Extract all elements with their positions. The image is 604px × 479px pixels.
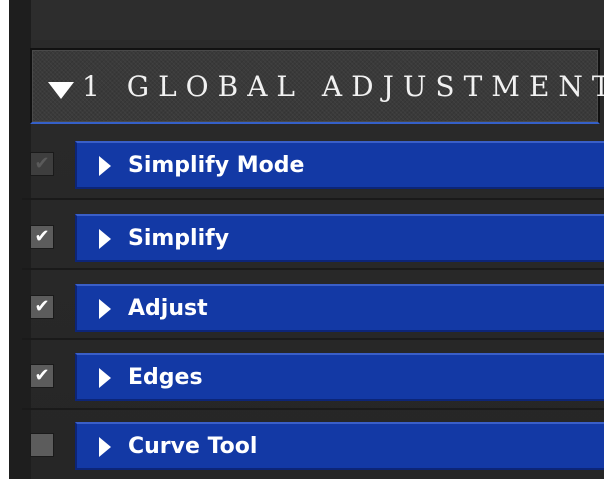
- expander-simplify[interactable]: Simplify: [75, 214, 604, 262]
- divider: [22, 408, 604, 410]
- checkbox-edges[interactable]: ✔: [30, 364, 54, 388]
- item-label: Edges: [128, 365, 203, 390]
- checkmark-icon: ✔: [34, 296, 50, 317]
- list-item-adjust: ✔ Adjust: [22, 280, 604, 336]
- list-item-simplify-mode: ✔ Simplify Mode: [22, 137, 604, 193]
- expander-simplify-mode[interactable]: Simplify Mode: [75, 141, 604, 189]
- item-label: Simplify Mode: [128, 153, 305, 178]
- section-title: 1 GLOBAL ADJUSTMENT: [82, 70, 604, 103]
- item-label: Simplify: [128, 226, 230, 251]
- triangle-right-icon: [99, 437, 111, 457]
- item-label: Adjust: [128, 296, 208, 321]
- checkbox-adjust[interactable]: ✔: [30, 295, 54, 319]
- checkbox-simplify[interactable]: ✔: [30, 225, 54, 249]
- section-header-global-adjustment[interactable]: 1 GLOBAL ADJUSTMENT: [30, 48, 604, 124]
- expander-edges[interactable]: Edges: [75, 353, 604, 401]
- triangle-right-icon: [99, 368, 111, 388]
- checkmark-icon: ✔: [34, 153, 50, 174]
- item-label: Curve Tool: [128, 434, 258, 459]
- checkmark-icon: ✔: [34, 365, 50, 386]
- panel-top-strip: [31, 0, 604, 40]
- list-item-simplify: ✔ Simplify: [22, 210, 604, 266]
- list-item-curve-tool: ✔ Curve Tool: [22, 418, 604, 474]
- divider: [22, 268, 604, 270]
- list-item-edges: ✔ Edges: [22, 349, 604, 405]
- triangle-right-icon: [99, 229, 111, 249]
- checkbox-curve-tool[interactable]: ✔: [30, 433, 54, 457]
- triangle-down-icon: [48, 82, 74, 99]
- checkbox-simplify-mode[interactable]: ✔: [30, 152, 54, 176]
- triangle-right-icon: [99, 156, 111, 176]
- divider: [22, 338, 604, 340]
- expander-adjust[interactable]: Adjust: [75, 284, 604, 332]
- divider: [22, 198, 604, 200]
- triangle-right-icon: [99, 299, 111, 319]
- checkmark-icon: ✔: [34, 226, 50, 247]
- expander-curve-tool[interactable]: Curve Tool: [75, 422, 604, 470]
